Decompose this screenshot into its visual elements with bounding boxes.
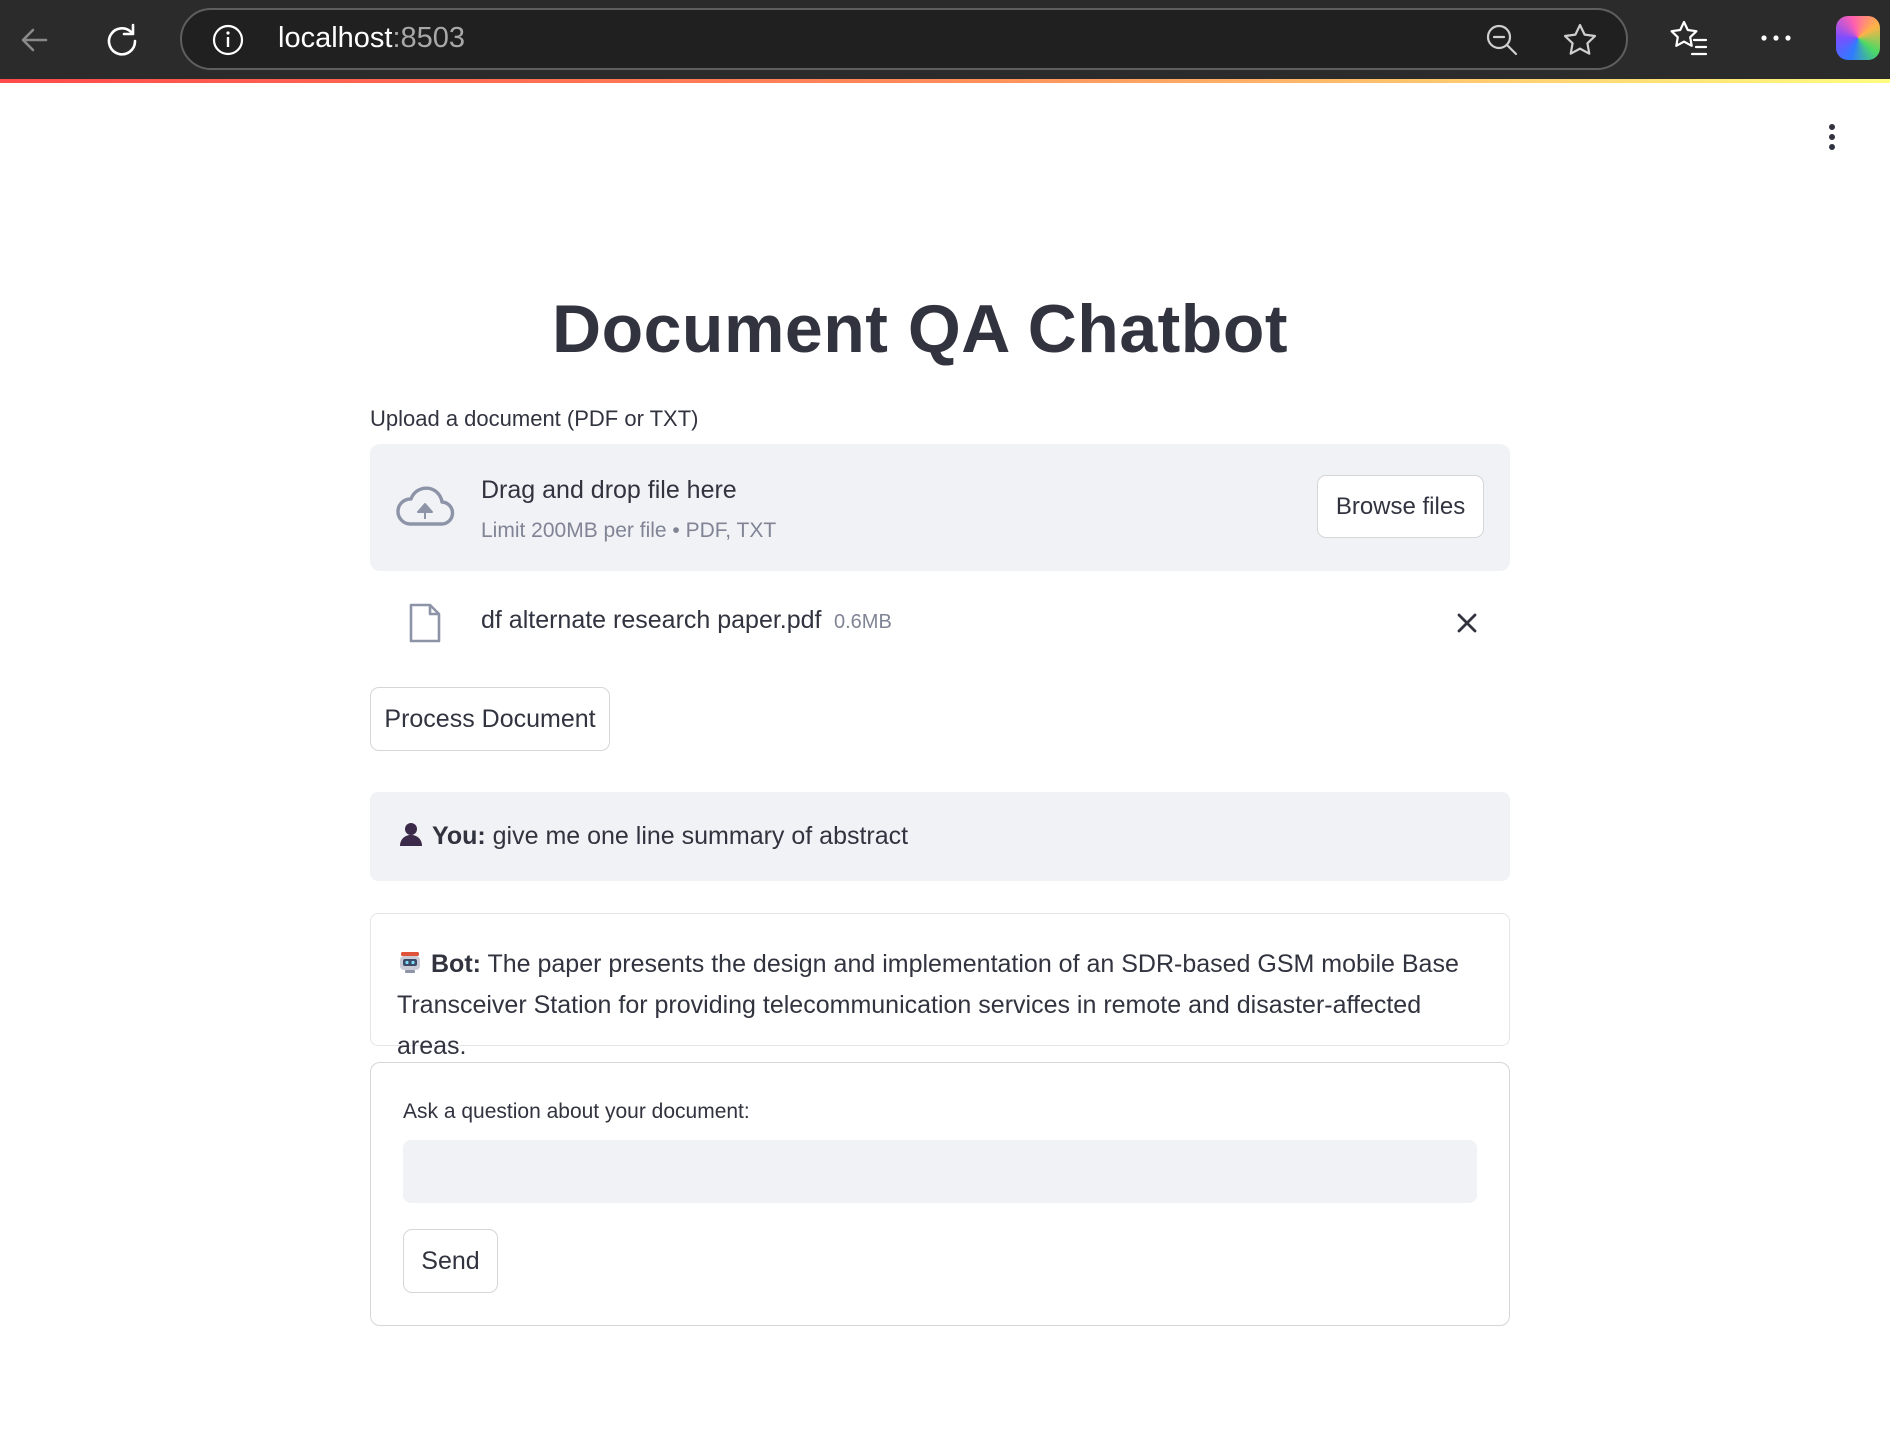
url-port: :8503: [392, 22, 466, 54]
process-document-button[interactable]: Process Document: [370, 687, 610, 751]
dropzone-title: Drag and drop file here: [481, 476, 737, 504]
upload-label: Upload a document (PDF or TXT): [370, 406, 699, 431]
question-input[interactable]: [403, 1140, 1477, 1203]
address-bar[interactable]: localhost:8503: [180, 8, 1628, 70]
robot-icon: [400, 952, 420, 973]
file-document-icon: [409, 603, 441, 643]
user-message-text: give me one line summary of abstract: [485, 822, 909, 850]
back-arrow-icon[interactable]: [10, 16, 58, 64]
page-title: Document QA Chatbot: [551, 291, 1289, 367]
zoom-out-icon[interactable]: [1484, 22, 1520, 58]
reload-icon[interactable]: [98, 16, 146, 64]
info-icon[interactable]: [212, 24, 244, 56]
chat-message-user: You: give me one line summary of abstrac…: [370, 792, 1510, 881]
uploaded-file-name: df alternate research paper.pdf: [481, 606, 822, 634]
url-host: localhost: [278, 22, 393, 54]
favorite-star-icon[interactable]: [1562, 22, 1598, 58]
uploaded-file-row: df alternate research paper.pdf 0.6MB: [370, 592, 1510, 652]
chat-message-bot: Bot: The paper presents the design and i…: [370, 913, 1510, 1060]
file-dropzone[interactable]: Drag and drop file here Limit 200MB per …: [370, 444, 1510, 571]
cloud-upload-icon: [396, 486, 455, 526]
question-input-label: Ask a question about your document:: [403, 1100, 750, 1123]
question-form: Ask a question about your document: Send: [370, 1062, 1510, 1326]
browser-toolbar: localhost:8503: [0, 0, 1890, 80]
user-speaker-label: You:: [432, 822, 486, 850]
main-menu-icon[interactable]: [1820, 120, 1844, 156]
more-icon[interactable]: [1756, 18, 1796, 58]
favorites-list-icon[interactable]: [1668, 18, 1708, 58]
app-top-decoration: [0, 79, 1890, 83]
send-button[interactable]: Send: [403, 1229, 498, 1293]
dropzone-limit-text: Limit 200MB per file • PDF, TXT: [481, 519, 777, 542]
remove-file-icon[interactable]: [1452, 608, 1482, 638]
browse-files-button[interactable]: Browse files: [1317, 475, 1484, 538]
user-silhouette-icon: [400, 823, 422, 846]
url-text: localhost:8503: [278, 22, 465, 55]
copilot-icon[interactable]: [1836, 16, 1880, 60]
bot-message-text: The paper presents the design and implem…: [397, 950, 1459, 1060]
bot-speaker-label: Bot:: [431, 950, 481, 978]
uploaded-file-size: 0.6MB: [834, 611, 892, 633]
